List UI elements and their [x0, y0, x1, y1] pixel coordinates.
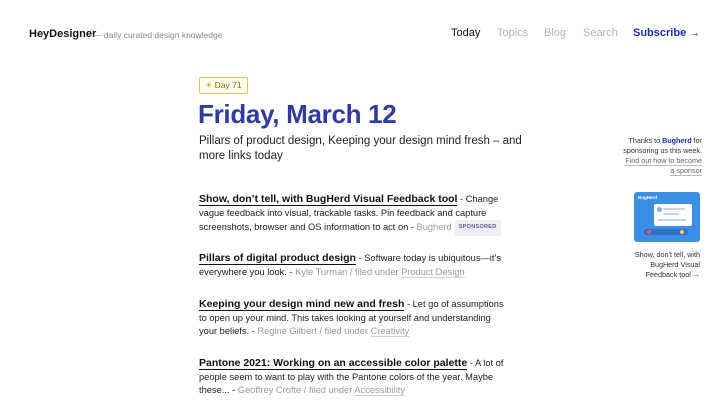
article-item: Pantone 2021: Working on an accessible c…	[199, 357, 511, 398]
pin-dot-icon	[680, 230, 684, 234]
page-subtitle: Pillars of product design, Keeping your …	[199, 135, 522, 162]
ad-feedback-card-illustration	[654, 204, 692, 226]
day-badge: ☀ Day 71	[199, 77, 248, 94]
site-tagline: — daily curated design knowledge	[93, 30, 223, 40]
become-sponsor-link[interactable]: Find out how to become a sponsor	[625, 156, 702, 176]
subscribe-button[interactable]: Subscribe →	[633, 27, 700, 39]
sun-icon: ☀	[205, 80, 213, 90]
article-title-link[interactable]: Keeping your design mind new and fresh	[199, 298, 405, 311]
site-logo[interactable]: HeyDesigner	[29, 28, 96, 40]
article-source: Bugherd	[416, 222, 452, 233]
sponsor-note-prefix: Thanks to	[628, 136, 663, 145]
article-item: Pillars of digital product design - Soft…	[199, 252, 511, 279]
article-item: Show, don’t tell, with BugHerd Visual Fe…	[199, 193, 511, 236]
nav-topics[interactable]: Topics	[497, 27, 528, 39]
nav-today[interactable]: Today	[451, 27, 480, 39]
article-category-link[interactable]: Creativity	[370, 326, 410, 337]
article-category-link[interactable]: Accessibility	[354, 385, 406, 396]
article-item: Keeping your design mind new and fresh -…	[199, 298, 511, 339]
article-title-link[interactable]: Show, don’t tell, with BugHerd Visual Fe…	[199, 193, 458, 206]
nav-search[interactable]: Search	[583, 27, 618, 39]
article-title-link[interactable]: Pillars of digital product design	[199, 252, 356, 265]
sponsor-note: Thanks to Bugherd for sponsoring us this…	[622, 136, 702, 176]
sponsor-ad-caption-link[interactable]: Show, don’t tell, with BugHerd Visual Fe…	[626, 250, 700, 280]
pin-dot-icon	[647, 230, 651, 234]
article-source: Kyle Turman / filed under	[295, 266, 402, 277]
article-category-link[interactable]: Product Design	[401, 266, 465, 278]
article-title-link[interactable]: Pantone 2021: Working on an accessible c…	[199, 357, 468, 370]
nav-blog[interactable]: Blog	[544, 27, 566, 39]
day-badge-label: Day 71	[214, 80, 242, 90]
avatar-dot-icon	[657, 207, 662, 212]
page-title: Friday, March 12	[198, 99, 397, 129]
article-source: Regine Gilbert / filed under	[257, 326, 371, 336]
site-header: HeyDesigner — daily curated design knowl…	[0, 0, 720, 68]
sponsored-badge: SPONSORED	[454, 220, 501, 236]
sponsor-link[interactable]: Bugherd	[662, 136, 692, 145]
article-source: Geoffrey Crofte / filed under	[237, 385, 355, 395]
sponsor-ad-image[interactable]: BugHerd	[634, 192, 700, 242]
ad-brand-label: BugHerd	[638, 195, 657, 200]
